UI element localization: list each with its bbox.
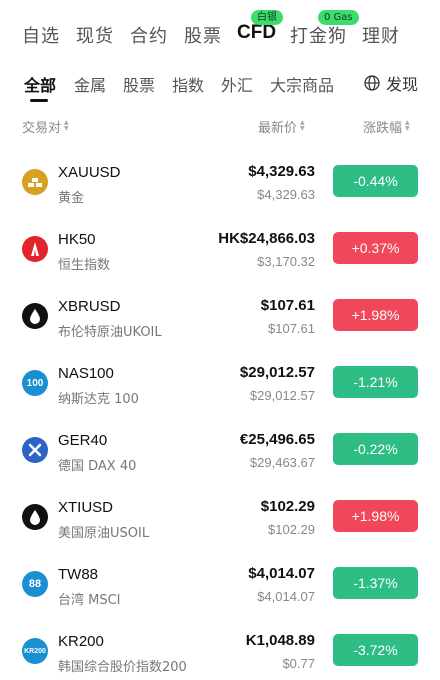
last-price: €25,496.65 <box>239 431 315 448</box>
header-price-label: 最新价 <box>258 120 298 136</box>
last-price: $107.61 <box>260 297 315 314</box>
x-mark-icon <box>22 437 48 463</box>
msci-logo: 88 <box>22 571 48 597</box>
change-badge[interactable]: -3.72% <box>333 634 418 666</box>
asset-name: 布伦特原油UKOIL <box>58 325 162 340</box>
last-price: K1,048.89 <box>245 632 315 649</box>
table-row[interactable]: XTIUSD 美国原油USOIL $102.29 $102.29 +1.98% <box>0 493 440 560</box>
subtab-commodities[interactable]: 大宗商品 <box>270 72 334 96</box>
subtab-stocks[interactable]: 股票 <box>123 72 155 96</box>
globe-icon <box>364 75 380 91</box>
active-tab-indicator <box>30 99 48 102</box>
usd-price: $4,014.07 <box>257 589 315 604</box>
symbol: GER40 <box>58 432 108 449</box>
symbol: KR200 <box>58 633 104 650</box>
change-badge[interactable]: +1.98% <box>333 500 418 532</box>
tab-stocks[interactable]: 股票 <box>184 22 222 48</box>
asset-name: 美国原油USOIL <box>58 526 150 541</box>
tab-finance[interactable]: 理财 <box>362 22 400 48</box>
last-price: HK$24,866.03 <box>218 230 315 247</box>
table-row[interactable]: HK50 恒生指数 HK$24,866.03 $3,170.32 +0.37% <box>0 225 440 292</box>
tab-futures[interactable]: 合约 <box>130 22 168 48</box>
symbol: XTIUSD <box>58 499 114 516</box>
table-row[interactable]: GER40 德国 DAX 40 €25,496.65 $29,463.67 -0… <box>0 426 440 493</box>
asset-name: 德国 DAX 40 <box>58 459 137 474</box>
last-price: $4,329.63 <box>248 163 315 180</box>
usd-price: $4,329.63 <box>257 187 315 202</box>
discover-label: 发现 <box>385 75 418 94</box>
cfd-badge: 白银 <box>251 10 283 25</box>
table-row[interactable]: XAUUSD 黄金 $4,329.63 $4,329.63 -0.44% <box>0 158 440 225</box>
asset-name: 恒生指数 <box>58 258 111 273</box>
gas-badge: 0 Gas <box>318 10 359 25</box>
subtab-all[interactable]: 全部 <box>24 72 56 96</box>
oil-drop-icon <box>22 504 48 530</box>
tab-watchlist[interactable]: 自选 <box>22 22 60 48</box>
symbol: XAUUSD <box>58 164 121 181</box>
usd-price: $3,170.32 <box>257 254 315 269</box>
asset-name: 韩国综合股价指数200 <box>58 660 187 675</box>
asset-name: 台湾 MSCI <box>58 593 121 608</box>
symbol: XBRUSD <box>58 298 121 315</box>
usd-price: $29,463.67 <box>249 455 315 470</box>
header-price[interactable]: 最新价 ▲ ▼ <box>258 116 305 136</box>
asset-name: 黄金 <box>58 191 85 206</box>
symbol: HK50 <box>58 231 96 248</box>
header-pair[interactable]: 交易对 ▲ ▼ <box>22 116 69 136</box>
header-change-label: 涨跌幅 <box>363 120 403 136</box>
change-badge[interactable]: -1.37% <box>333 567 418 599</box>
last-price: $102.29 <box>260 498 315 515</box>
usd-price: $0.77 <box>282 656 315 671</box>
tab-spot[interactable]: 现货 <box>76 22 114 48</box>
subtab-indices[interactable]: 指数 <box>172 72 204 96</box>
change-badge[interactable]: +0.37% <box>333 232 418 264</box>
nasdaq-logo: 100 <box>22 370 48 396</box>
change-badge[interactable]: -0.22% <box>333 433 418 465</box>
last-price: $4,014.07 <box>248 565 315 582</box>
kospi-logo: KR200 <box>22 638 48 664</box>
sort-icon: ▲ ▼ <box>405 119 410 132</box>
tab-gold-dog[interactable]: 打金狗 <box>290 22 347 48</box>
asset-name: 纳斯达克 100 <box>58 392 139 407</box>
header-change[interactable]: 涨跌幅 ▲ ▼ <box>363 116 410 136</box>
header-pair-label: 交易对 <box>22 120 62 136</box>
sort-icon: ▲ ▼ <box>64 119 69 132</box>
tab-cfd[interactable]: CFD <box>237 22 276 44</box>
table-row[interactable]: XBRUSD 布伦特原油UKOIL $107.61 $107.61 +1.98% <box>0 292 440 359</box>
oil-drop-icon <box>22 303 48 329</box>
change-badge[interactable]: +1.98% <box>333 299 418 331</box>
gold-bars-icon <box>22 169 48 195</box>
hk-building-icon <box>22 236 48 262</box>
discover-button[interactable]: 发现 <box>364 71 418 95</box>
subtab-metals[interactable]: 金属 <box>74 72 106 96</box>
top-nav: 自选 现货 合约 股票 CFD 打金狗 理财 白银 0 Gas <box>0 0 440 64</box>
symbol: NAS100 <box>58 365 114 382</box>
table-row[interactable]: KR200 KR200 韩国综合股价指数200 K1,048.89 $0.77 … <box>0 627 440 680</box>
usd-price: $29,012.57 <box>249 388 315 403</box>
change-badge[interactable]: -1.21% <box>333 366 418 398</box>
table-row[interactable]: 88 TW88 台湾 MSCI $4,014.07 $4,014.07 -1.3… <box>0 560 440 627</box>
subtab-forex[interactable]: 外汇 <box>221 72 253 96</box>
last-price: $29,012.57 <box>239 364 315 381</box>
usd-price: $102.29 <box>268 522 315 537</box>
table-row[interactable]: 100 NAS100 纳斯达克 100 $29,012.57 $29,012.5… <box>0 359 440 426</box>
change-badge[interactable]: -0.44% <box>333 165 418 197</box>
sort-icon: ▲ ▼ <box>300 119 305 132</box>
symbol: TW88 <box>58 566 99 583</box>
usd-price: $107.61 <box>268 321 315 336</box>
